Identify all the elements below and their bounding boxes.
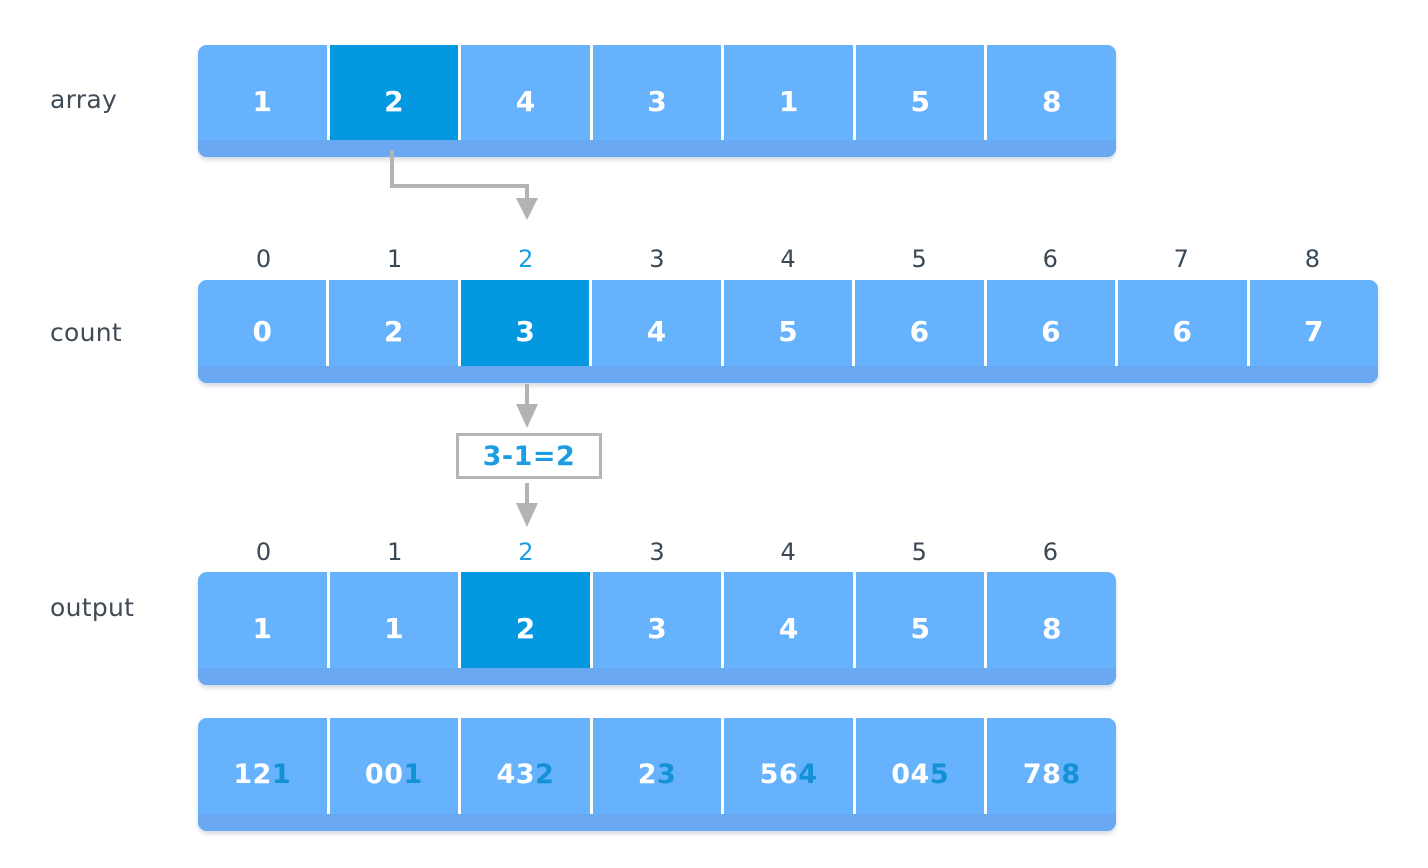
trace-cell: 00 1 bbox=[326, 718, 459, 831]
trace-cell: 43 2 bbox=[458, 718, 590, 831]
trace-cell-tail: 4 bbox=[798, 759, 818, 790]
count-cell: 0 bbox=[198, 280, 327, 383]
trace-cell-tail: 1 bbox=[403, 759, 423, 790]
trace-cell-prefix: 12 bbox=[233, 759, 272, 790]
count-cell: 6 bbox=[852, 280, 984, 383]
row-label-output: output bbox=[50, 593, 135, 622]
array-to-count-connector bbox=[390, 150, 538, 220]
output-cell: 5 bbox=[852, 572, 985, 685]
trace-cell: 56 4 bbox=[721, 718, 853, 831]
array-cell: 8 bbox=[984, 45, 1116, 157]
trace-cell: 04 5 bbox=[852, 718, 985, 831]
output-tick: 1 bbox=[387, 538, 403, 566]
count-cell: 4 bbox=[589, 280, 721, 383]
trace-cell-tail: 5 bbox=[929, 759, 950, 790]
count-cell: 6 bbox=[1115, 280, 1247, 383]
trace-cell: 23 bbox=[589, 718, 722, 831]
trace-cell-tail: 2 bbox=[535, 759, 555, 790]
trace-cell-prefix: 43 bbox=[496, 759, 536, 790]
trace-cell-prefix: 00 bbox=[364, 759, 404, 790]
formula-box: 3-1=2 bbox=[456, 433, 602, 479]
row-label-array: array bbox=[50, 85, 118, 114]
trace-cell: 78 8 bbox=[984, 718, 1116, 831]
output-cell: 3 bbox=[589, 572, 722, 685]
count-tick: 3 bbox=[649, 245, 665, 273]
count-cell: 6 bbox=[983, 280, 1116, 383]
formula-to-output-arrow bbox=[516, 483, 538, 527]
count-tick: 1 bbox=[387, 245, 403, 273]
trace-cell: 12 1 bbox=[198, 718, 327, 831]
output-tick: 3 bbox=[649, 538, 665, 566]
array-cell: 1 bbox=[721, 45, 853, 157]
trace-cell-prefix: 78 bbox=[1022, 759, 1062, 790]
trace-cell-prefix: 04 bbox=[891, 759, 930, 790]
output-cell: 8 bbox=[984, 572, 1116, 685]
output-tick: 0 bbox=[255, 538, 272, 566]
count-tick: 2 bbox=[518, 245, 534, 273]
output-tick: 6 bbox=[1042, 538, 1059, 566]
count-tick: 8 bbox=[1304, 245, 1321, 273]
count-cell: 7 bbox=[1246, 280, 1378, 383]
output-tick: 2 bbox=[518, 538, 534, 566]
output-cell: 2 bbox=[458, 572, 590, 685]
trace-cell-tail: 8 bbox=[1061, 759, 1081, 790]
array-cell: 5 bbox=[852, 45, 985, 157]
output-tick: 5 bbox=[911, 538, 927, 566]
count-to-formula-arrow bbox=[516, 384, 538, 428]
output-cell: 1 bbox=[326, 572, 459, 685]
trace-cell-tail: 1 bbox=[271, 759, 292, 790]
count-index-ticks: 0 1 2 3 4 5 6 7 8 bbox=[198, 245, 1378, 273]
count-tick: 4 bbox=[780, 245, 796, 273]
array-cell: 1 bbox=[198, 45, 327, 157]
trace-cell-tail: 3 bbox=[657, 759, 677, 790]
count-cell: 2 bbox=[326, 280, 458, 383]
array-bar: 1243158 bbox=[198, 45, 1116, 157]
count-bar: 023456667 bbox=[198, 280, 1378, 383]
row-label-count: count bbox=[50, 318, 123, 347]
output-bar: 1123458 bbox=[198, 572, 1116, 685]
count-tick: 5 bbox=[911, 245, 927, 273]
output-cell: 4 bbox=[721, 572, 853, 685]
count-tick: 6 bbox=[1042, 245, 1058, 273]
counting-sort-diagram: array 1243158 count 012345678 023456667 … bbox=[0, 0, 1428, 868]
array-cell: 4 bbox=[458, 45, 590, 157]
output-index-ticks: 0 1 2 3 4 5 6 bbox=[198, 538, 1116, 566]
count-cell: 5 bbox=[720, 280, 853, 383]
count-cell: 3 bbox=[457, 280, 590, 383]
output-tick: 4 bbox=[780, 538, 796, 566]
output-cell: 1 bbox=[198, 572, 327, 685]
trace-bar: 12 1 00 1 43 2 2 3 56 4 04 5 78 8 bbox=[198, 718, 1116, 831]
array-cell: 2 bbox=[326, 45, 459, 157]
trace-cell-prefix: 2 bbox=[637, 759, 658, 790]
array-cell: 3 bbox=[589, 45, 722, 157]
count-tick: 7 bbox=[1173, 245, 1189, 273]
count-tick: 0 bbox=[255, 245, 272, 273]
trace-cell-prefix: 56 bbox=[759, 759, 799, 790]
